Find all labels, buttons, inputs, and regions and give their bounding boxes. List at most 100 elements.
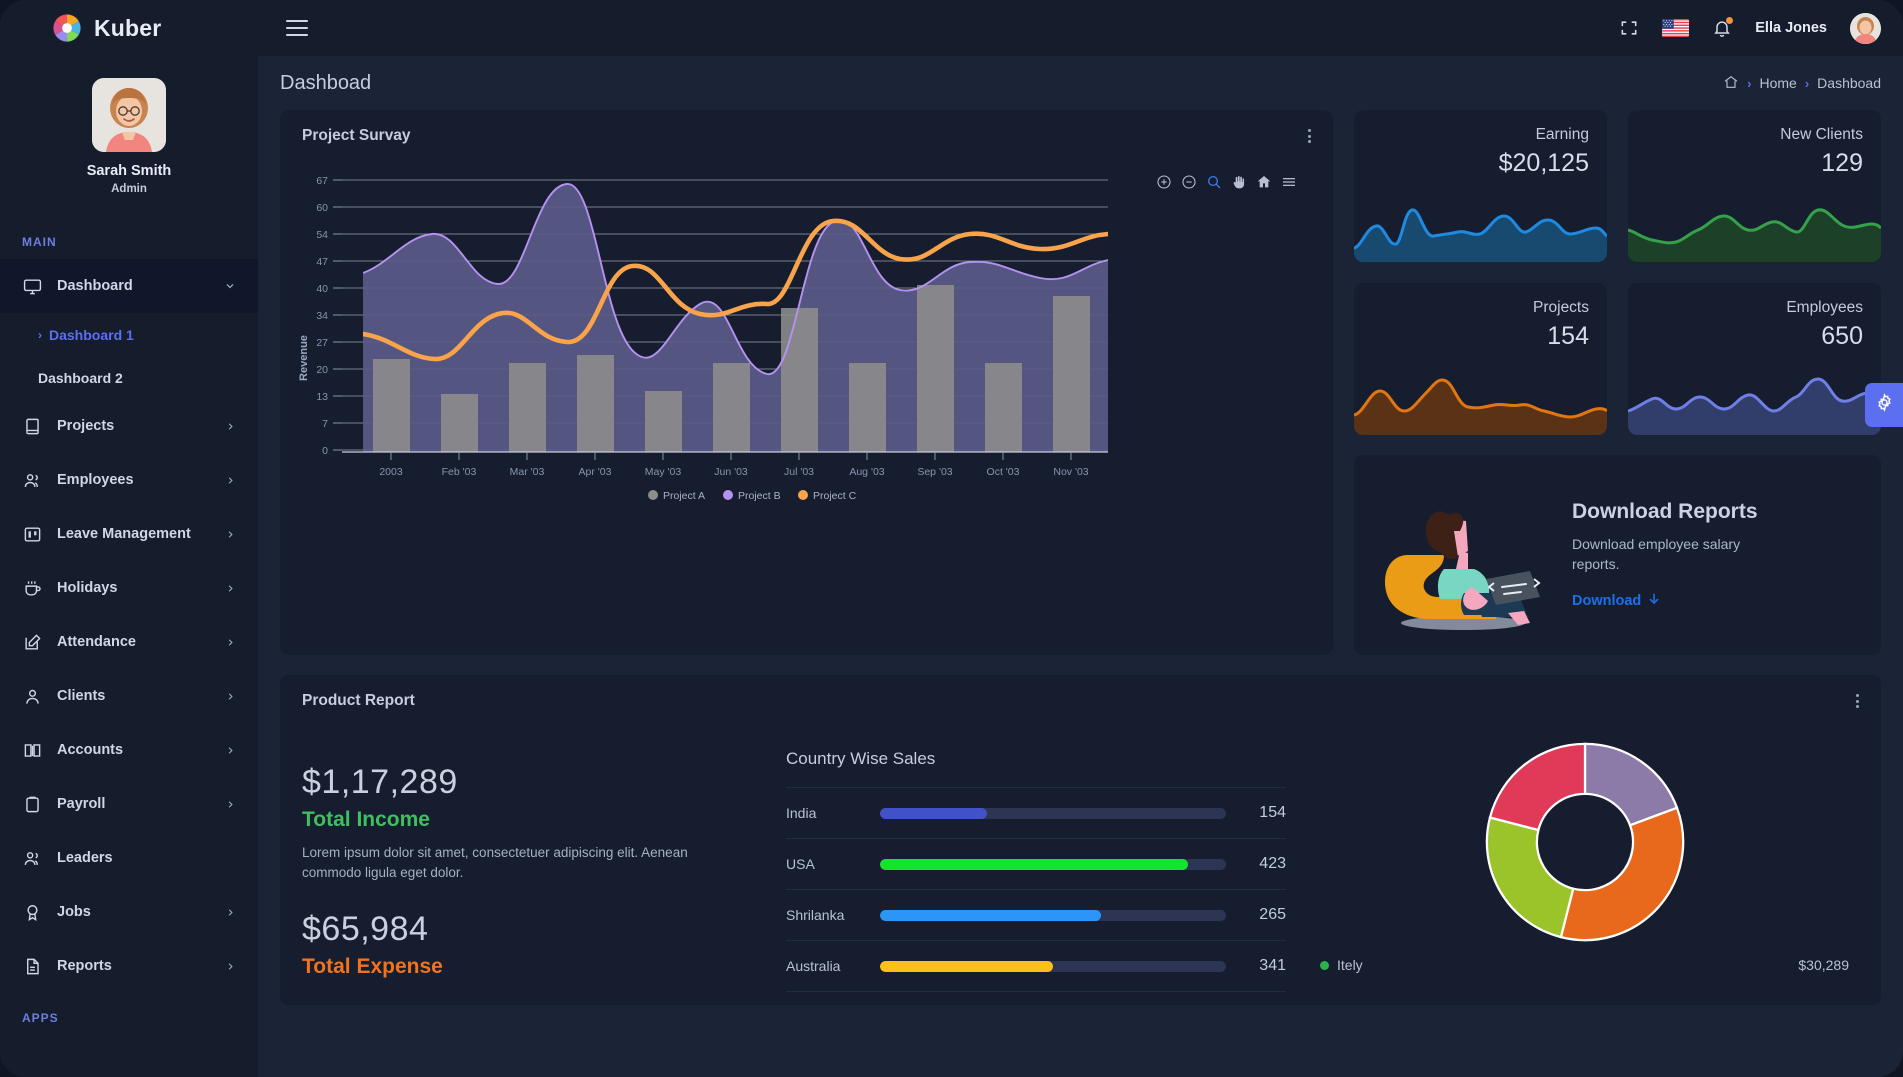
total-expense-label: Total Expense: [302, 955, 762, 979]
coffee-icon: [22, 578, 43, 599]
profile-name: Sarah Smith: [87, 163, 172, 179]
svg-text:Aug '03: Aug '03: [849, 466, 884, 478]
svg-text:2003: 2003: [379, 466, 403, 478]
sidebar-item-leaders[interactable]: Leaders: [0, 831, 258, 885]
legend-color-dot: [1320, 961, 1329, 970]
svg-text:20: 20: [316, 364, 328, 376]
sidebar-item-clients[interactable]: Clients: [0, 669, 258, 723]
sidebar-item-leave-management[interactable]: Leave Management: [0, 507, 258, 561]
svg-text:Jul '03: Jul '03: [784, 466, 814, 478]
donut-legend-item: Itely $30,289: [1310, 957, 1859, 973]
fullscreen-icon[interactable]: [1617, 16, 1641, 40]
download-reports-title: Download Reports: [1572, 500, 1782, 524]
breadcrumb-item-home[interactable]: Home: [1759, 75, 1796, 91]
sidebar-item-holidays[interactable]: Holidays: [0, 561, 258, 615]
sidebar-item-label: Reports: [57, 958, 210, 974]
svg-text:7: 7: [322, 418, 328, 430]
sidebar-item-attendance[interactable]: Attendance: [0, 615, 258, 669]
users-icon: [22, 470, 43, 491]
sidebar-item-label: Dashboard: [57, 278, 210, 294]
chevron-right-icon: [224, 960, 236, 972]
selection-zoom-icon[interactable]: [1206, 174, 1222, 190]
chevron-right-icon: ›: [38, 328, 42, 342]
sidebar-item-label: Attendance: [57, 634, 210, 650]
svg-text:Mar '03: Mar '03: [510, 466, 545, 478]
sidebar-item-jobs[interactable]: Jobs: [0, 885, 258, 939]
download-link[interactable]: Download: [1572, 592, 1661, 610]
table-row: India 154: [786, 787, 1286, 838]
svg-text:60: 60: [316, 202, 328, 214]
menu-icon[interactable]: [1281, 174, 1297, 190]
sidebar-item-label: Projects: [57, 418, 210, 434]
card-header: Project Survay: [280, 110, 1333, 162]
progress-track: [880, 961, 1226, 972]
profile-role: Admin: [111, 183, 147, 195]
legend-label: Itely: [1337, 957, 1363, 973]
country-name: USA: [786, 856, 864, 872]
sidebar-item-accounts[interactable]: Accounts: [0, 723, 258, 777]
table-row: Australia 341: [786, 940, 1286, 991]
sales-donut-chart[interactable]: [1310, 733, 1859, 951]
us-flag-icon[interactable]: [1662, 19, 1689, 37]
stat-value: 129: [1821, 149, 1863, 178]
zoom-in-icon[interactable]: [1156, 174, 1172, 190]
hamburger-icon[interactable]: [286, 20, 308, 36]
dashboard-app: Kuber Sarah Smith Admin M: [0, 0, 1903, 1077]
sidebar-item-label: Clients: [57, 688, 210, 704]
sidebar-subitem-dashboard-2[interactable]: Dashboard 2: [0, 356, 258, 399]
chevron-right-icon: [224, 474, 236, 486]
stat-card-earning[interactable]: Earning $20,125: [1354, 110, 1607, 262]
country-value: 341: [1242, 957, 1286, 975]
home-icon[interactable]: [1723, 74, 1739, 93]
svg-text:May '03: May '03: [645, 466, 682, 478]
sidebar-subitem-label: Dashboard 2: [38, 370, 123, 386]
page-title: Dashboad: [280, 72, 371, 95]
vertical-dots-icon[interactable]: [1856, 694, 1859, 708]
settings-fab-button[interactable]: [1865, 383, 1903, 427]
svg-text:54: 54: [316, 229, 328, 241]
download-reports-card: Download Reports Download employee salar…: [1354, 455, 1881, 655]
sidebar-section-main: MAIN: [0, 209, 258, 259]
svg-text:Revenue: Revenue: [298, 335, 310, 381]
table-row: USA 423: [786, 838, 1286, 889]
project-survey-chart[interactable]: 676054 474034 272013 70: [280, 162, 1333, 632]
sidebar-item-reports[interactable]: Reports: [0, 939, 258, 993]
svg-text:34: 34: [316, 310, 328, 322]
svg-text:Sep '03: Sep '03: [917, 466, 952, 478]
stat-cards: Earning $20,125 New Clients 129: [1354, 110, 1881, 435]
svg-text:Apr '03: Apr '03: [579, 466, 612, 478]
svg-text:67: 67: [316, 175, 328, 187]
dashboard-row-bottom: Product Report $1,17,289 Total Income Lo…: [280, 675, 1881, 1005]
sales-donut-panel: Itely $30,289: [1310, 727, 1859, 1005]
pan-hand-icon[interactable]: [1231, 174, 1247, 190]
income-expense-panel: $1,17,289 Total Income Lorem ipsum dolor…: [302, 727, 762, 1005]
topbar-user-name: Ella Jones: [1755, 20, 1827, 36]
sidebar-item-employees[interactable]: Employees: [0, 453, 258, 507]
woman-with-laptop-illustration: [1368, 475, 1554, 635]
stat-card-employees[interactable]: Employees 650: [1628, 283, 1881, 435]
users-icon: [22, 848, 43, 869]
area-spark-icon: [1628, 363, 1881, 435]
bell-icon[interactable]: [1710, 16, 1734, 40]
sidebar-item-payroll[interactable]: Payroll: [0, 777, 258, 831]
breadcrumb-item-current: Dashboad: [1817, 75, 1881, 91]
sidebar-item-dashboard[interactable]: Dashboard: [0, 259, 258, 313]
avatar[interactable]: [1850, 13, 1881, 44]
zoom-out-icon[interactable]: [1181, 174, 1197, 190]
sidebar-subitem-dashboard-1[interactable]: › Dashboard 1: [0, 313, 258, 356]
stat-label: Employees: [1786, 299, 1863, 317]
area-spark-icon: [1628, 190, 1881, 262]
svg-text:Project A: Project A: [663, 490, 705, 502]
stat-card-projects[interactable]: Projects 154: [1354, 283, 1607, 435]
brand-name: Kuber: [94, 15, 161, 42]
svg-text:Project C: Project C: [813, 490, 857, 502]
sidebar-item-projects[interactable]: Projects: [0, 399, 258, 453]
stat-card-new-clients[interactable]: New Clients 129: [1628, 110, 1881, 262]
progress-fill: [880, 961, 1053, 972]
vertical-dots-icon[interactable]: [1308, 129, 1311, 143]
product-report-body: $1,17,289 Total Income Lorem ipsum dolor…: [280, 727, 1881, 1005]
home-reset-icon[interactable]: [1256, 174, 1272, 190]
open-book-icon: [22, 740, 43, 761]
brand[interactable]: Kuber: [0, 0, 258, 56]
page-header: Dashboad › Home › Dashboad: [280, 56, 1881, 110]
